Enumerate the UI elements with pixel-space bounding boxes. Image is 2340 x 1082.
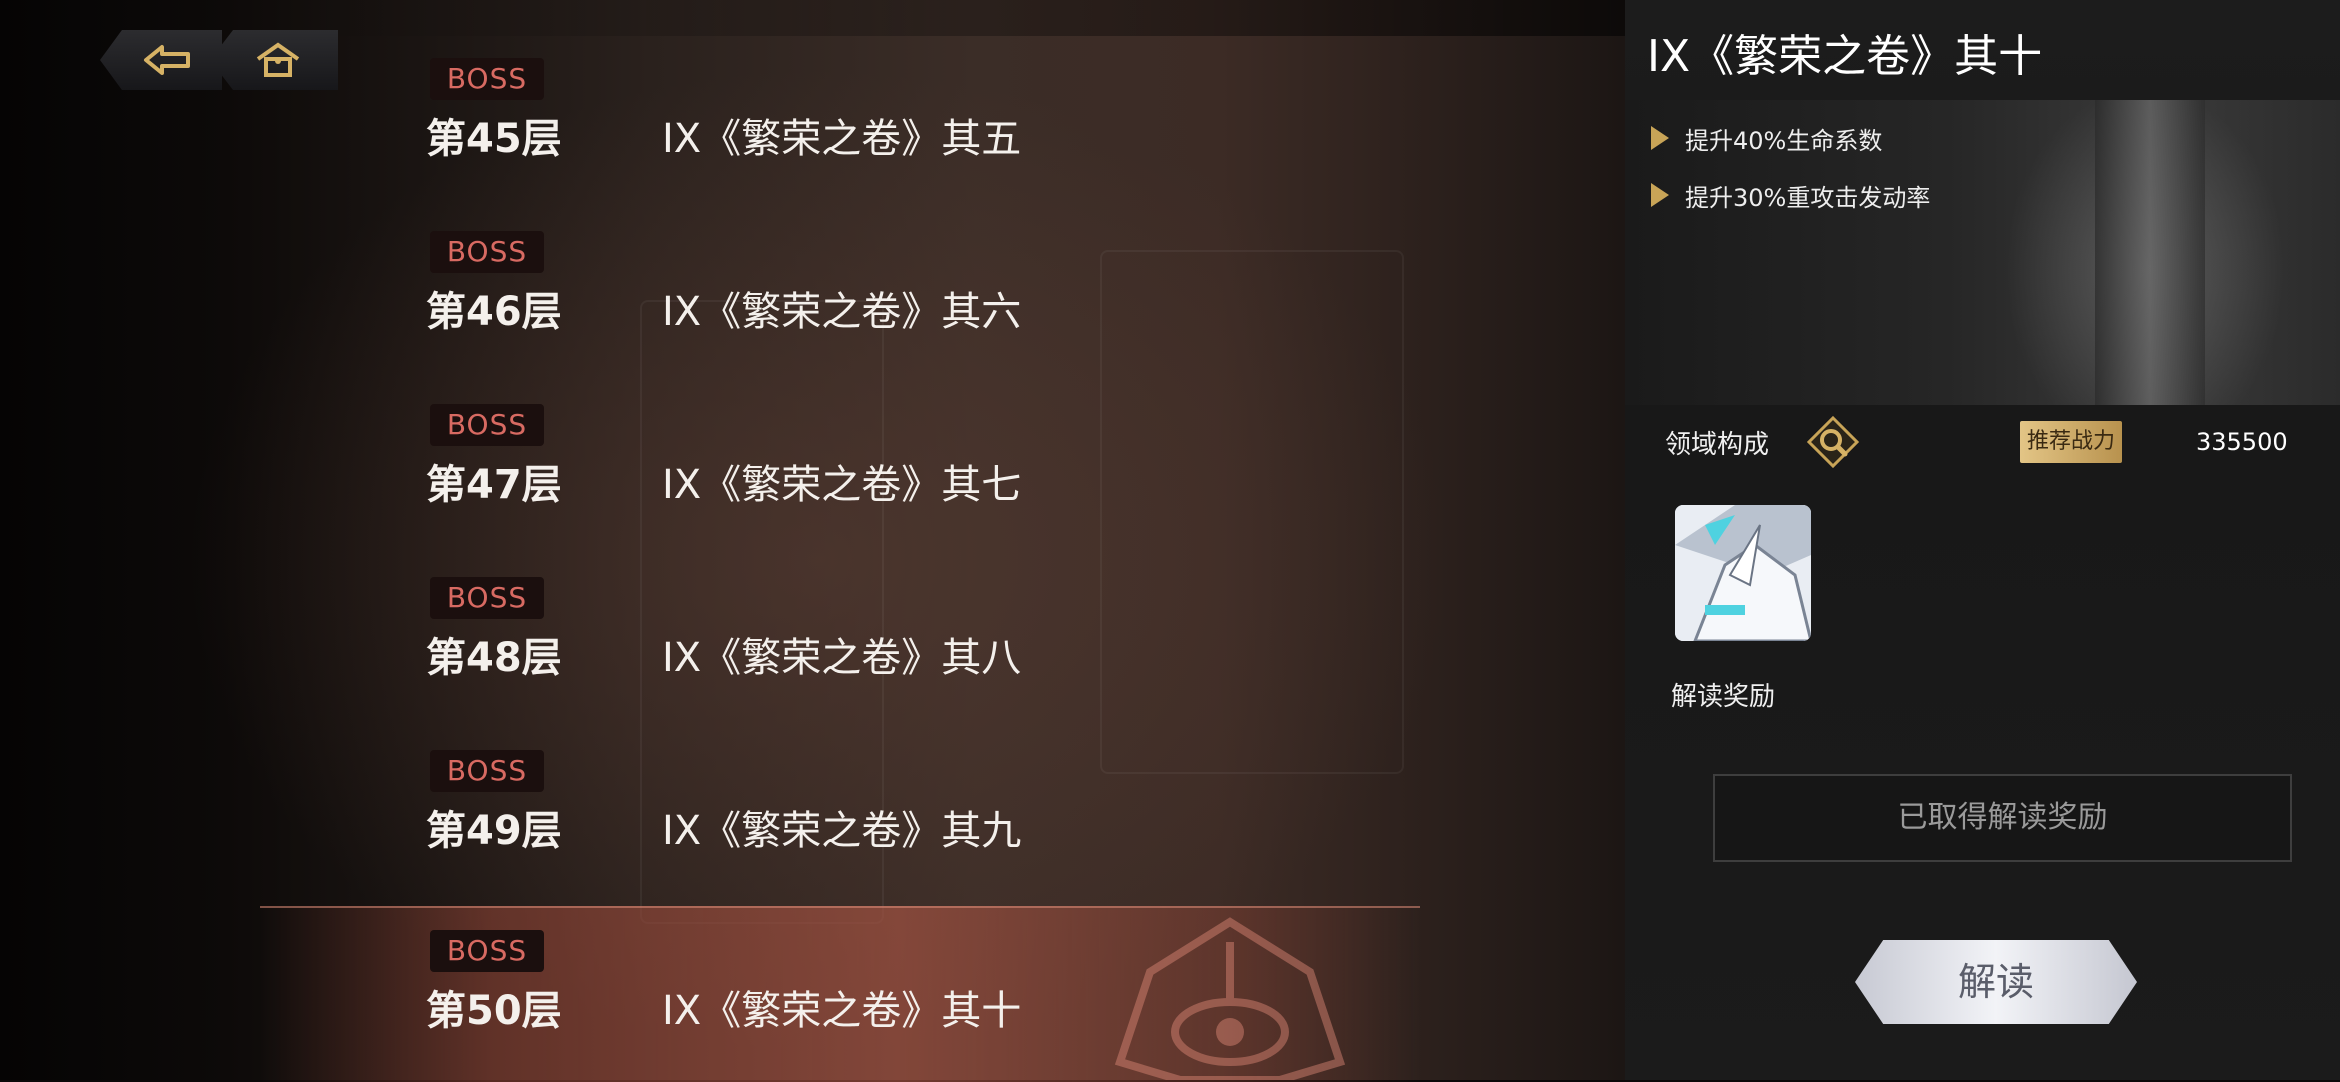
back-arrow-icon bbox=[144, 45, 190, 75]
boss-avatar[interactable] bbox=[1675, 505, 1811, 641]
domain-label: 领域构成 bbox=[1665, 430, 1770, 460]
floor-name: IX《繁荣之卷》其十 bbox=[662, 988, 1022, 1034]
recommended-power-value: 335500 bbox=[2196, 428, 2288, 456]
floor-number: 第48层 bbox=[426, 635, 562, 681]
boss-badge: BOSS bbox=[430, 750, 544, 792]
magnify-icon[interactable] bbox=[1807, 416, 1859, 468]
floor-row-48[interactable]: BOSS 第48层 IX《繁荣之卷》其八 bbox=[260, 555, 1420, 727]
floor-number: 第47层 bbox=[426, 462, 562, 508]
boss-badge: BOSS bbox=[430, 404, 544, 446]
boss-badge: BOSS bbox=[430, 58, 544, 100]
boss-emblem-icon bbox=[1114, 917, 1346, 1080]
floor-name: IX《繁荣之卷》其九 bbox=[662, 808, 1022, 854]
top-band bbox=[260, 0, 1625, 36]
floor-name: IX《繁荣之卷》其七 bbox=[662, 462, 1022, 508]
boss-badge: BOSS bbox=[430, 231, 544, 273]
back-button[interactable] bbox=[100, 30, 222, 90]
floor-row-47[interactable]: BOSS 第47层 IX《繁荣之卷》其七 bbox=[260, 382, 1420, 554]
floor-name: IX《繁荣之卷》其五 bbox=[662, 116, 1022, 162]
read-button[interactable]: 解读 bbox=[1849, 934, 2143, 1030]
floor-number: 第50层 bbox=[426, 988, 562, 1034]
floor-number: 第45层 bbox=[426, 116, 562, 162]
buff-item: 提升40%生命系数 bbox=[1635, 118, 1882, 158]
detail-panel: IX《繁荣之卷》其十 提升40%生命系数 提升30%重攻击发动率 领域构成 推荐… bbox=[1625, 0, 2340, 1080]
mecha-portrait-icon bbox=[1675, 505, 1811, 641]
buff-text: 提升30%重攻击发动率 bbox=[1685, 183, 1931, 212]
floor-row-45[interactable]: BOSS 第45层 IX《繁荣之卷》其五 bbox=[260, 36, 1420, 208]
triangle-bullet-icon bbox=[1651, 183, 1669, 207]
floor-name: IX《繁荣之卷》其八 bbox=[662, 635, 1022, 681]
reward-status: 已取得解读奖励 bbox=[1713, 774, 2292, 862]
tower-artwork bbox=[2095, 100, 2205, 405]
floor-row-46[interactable]: BOSS 第46层 IX《繁荣之卷》其六 bbox=[260, 209, 1420, 381]
read-button-label: 解读 bbox=[1957, 960, 2034, 1004]
buff-text: 提升40%生命系数 bbox=[1685, 126, 1883, 155]
reward-label: 解读奖励 bbox=[1671, 682, 1776, 712]
boss-badge: BOSS bbox=[430, 577, 544, 619]
floor-row-49[interactable]: BOSS 第49层 IX《繁荣之卷》其九 bbox=[260, 728, 1420, 900]
floor-name: IX《繁荣之卷》其六 bbox=[662, 289, 1022, 335]
boss-badge: BOSS bbox=[430, 930, 544, 972]
floor-number: 第49层 bbox=[426, 808, 562, 854]
buff-item: 提升30%重攻击发动率 bbox=[1635, 175, 1930, 215]
floor-number: 第46层 bbox=[426, 289, 562, 335]
recommended-power-label: 推荐战力 bbox=[2020, 421, 2122, 463]
detail-title: IX《繁荣之卷》其十 bbox=[1647, 31, 2043, 82]
triangle-bullet-icon bbox=[1651, 126, 1669, 150]
